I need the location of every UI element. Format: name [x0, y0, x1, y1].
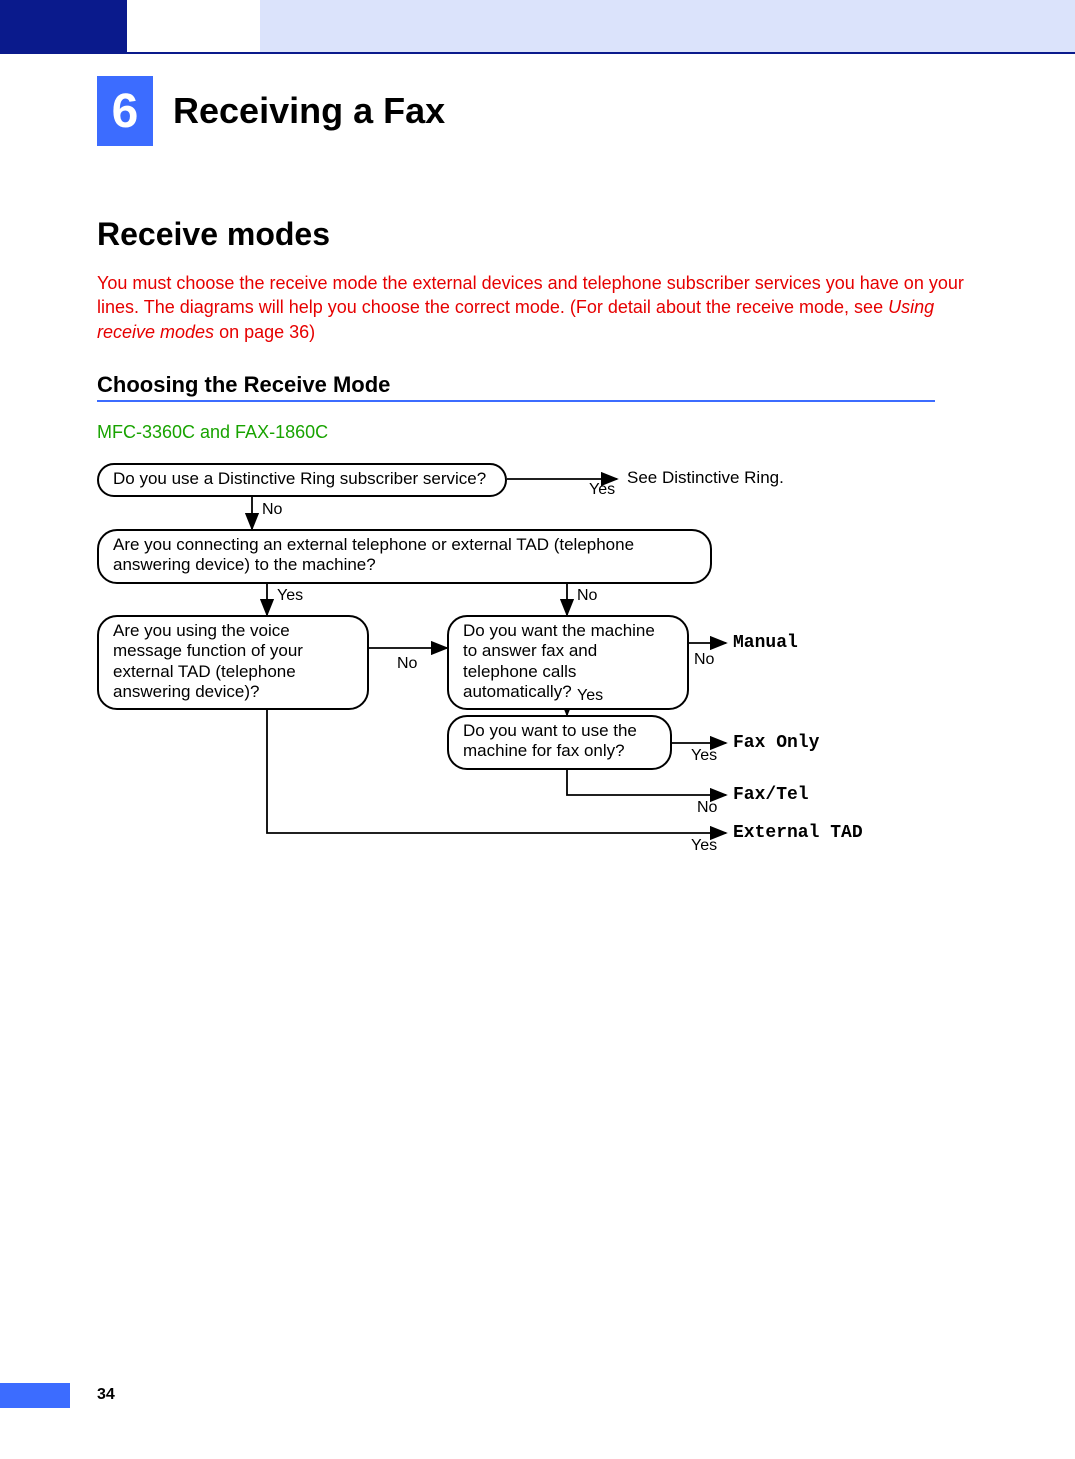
chapter-number-box: 6: [97, 76, 153, 146]
top-left-accent: [0, 0, 127, 52]
top-rule: [0, 52, 1075, 54]
flow-q3: Are you using the voice message function…: [97, 615, 369, 711]
flow-q4-text: Do you want the machine to answer fax an…: [463, 621, 655, 701]
top-right-accent: [260, 0, 1075, 52]
page-footer: 34: [0, 1383, 1075, 1443]
chapter-number: 6: [112, 84, 139, 139]
edge-q1-yes-label: Yes: [589, 481, 615, 499]
mode-manual: Manual: [733, 633, 798, 653]
edge-q4-yes-label: Yes: [577, 687, 603, 705]
edge-q2-no-label: No: [577, 587, 597, 605]
flow-q1-text: Do you use a Distinctive Ring subscriber…: [113, 469, 486, 488]
intro-pre: You must choose the receive mode the ext…: [97, 273, 964, 317]
edge-q5-yes-label: Yes: [691, 747, 717, 765]
chapter-title: Receiving a Fax: [173, 90, 445, 132]
section-heading: Receive modes: [97, 216, 978, 253]
edge-q3-yes-label: Yes: [691, 837, 717, 855]
flow-q2-text: Are you connecting an external telephone…: [113, 535, 634, 574]
flow-q5: Do you want to use the machine for fax o…: [447, 715, 672, 770]
models-line: MFC-3360C and FAX-1860C: [97, 422, 978, 443]
flow-q4: Do you want the machine to answer fax an…: [447, 615, 689, 711]
mode-fax-only: Fax Only: [733, 733, 819, 753]
section-intro: You must choose the receive mode the ext…: [97, 271, 978, 344]
mode-fax-tel: Fax/Tel: [733, 785, 809, 805]
edge-q4-no-label: No: [694, 651, 714, 669]
chapter-header: 6 Receiving a Fax: [97, 76, 978, 146]
receive-mode-flowchart: Do you use a Distinctive Ring subscriber…: [97, 463, 977, 883]
flow-q1: Do you use a Distinctive Ring subscriber…: [97, 463, 507, 497]
edge-q1-no-label: No: [262, 501, 282, 519]
out-distinctive-ring: See Distinctive Ring.: [627, 468, 784, 488]
intro-post: on page 36): [214, 322, 315, 342]
page-top-band: [0, 0, 1075, 52]
edge-q2-yes-label: Yes: [277, 587, 303, 605]
subheading: Choosing the Receive Mode: [97, 372, 978, 398]
flow-q3-text: Are you using the voice message function…: [113, 621, 303, 701]
mode-external-tad: External TAD: [733, 823, 863, 843]
page-number: 34: [97, 1386, 115, 1404]
edge-q3-no-label: No: [397, 655, 417, 673]
flow-q5-text: Do you want to use the machine for fax o…: [463, 721, 637, 760]
page-content: 6 Receiving a Fax Receive modes You must…: [97, 76, 978, 883]
subheading-rule: [97, 400, 935, 402]
edge-q5-no-label: No: [697, 799, 717, 817]
flow-q2: Are you connecting an external telephone…: [97, 529, 712, 584]
thumb-tab: [0, 1383, 70, 1408]
